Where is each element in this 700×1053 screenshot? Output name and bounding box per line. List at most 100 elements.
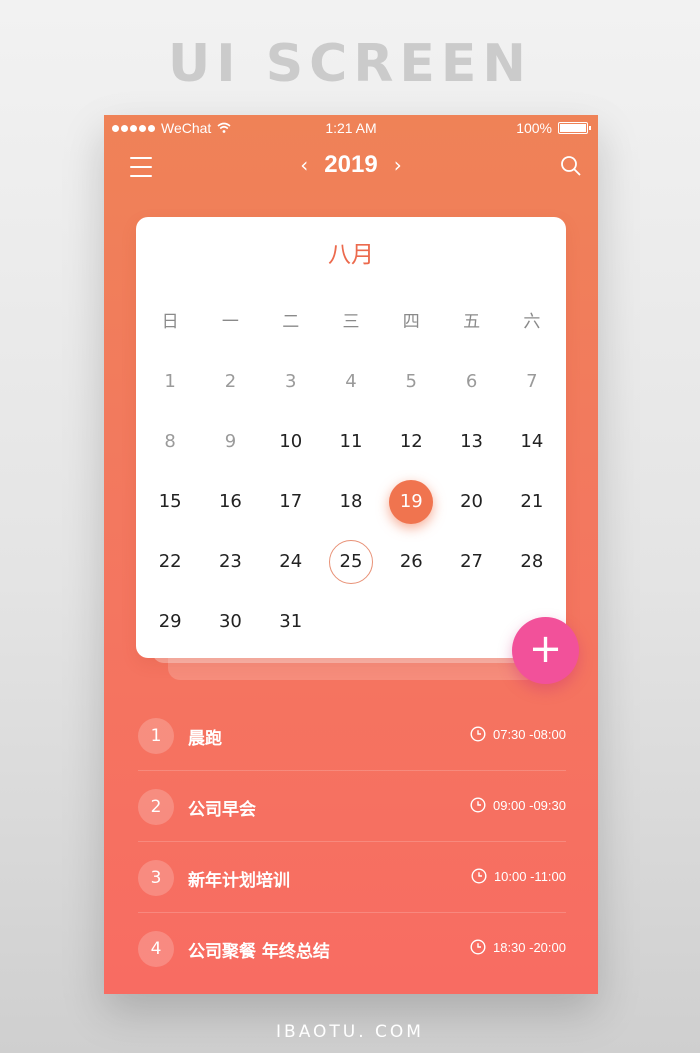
calendar-day-number: 12 (399, 431, 423, 452)
calendar-day[interactable]: 31 (261, 605, 321, 665)
weekday-header: 一 (221, 312, 239, 332)
schedule-item-time: 18:30 -20:00 (492, 939, 566, 955)
footer-brand: IBAOTU. COM (276, 1022, 424, 1042)
calendar-day-number: 10 (279, 431, 303, 452)
calendar-day-number: 28 (520, 551, 544, 572)
calendar-day-number: 17 (279, 491, 303, 512)
calendar-day-number: 21 (520, 491, 544, 512)
calendar-day[interactable]: 20 (441, 485, 501, 545)
calendar-day-marked[interactable]: 25 (321, 540, 381, 605)
schedule-item-number: 3 (138, 860, 174, 896)
calendar-day-number: 4 (345, 371, 357, 392)
schedule-item-title: 公司早会 (188, 800, 256, 820)
schedule-item[interactable]: 1 晨跑 07:30 -08:00 (138, 700, 566, 771)
schedule-item-time-wrap: 18:30 -20:00 (470, 939, 566, 955)
calendar-day[interactable]: 23 (200, 545, 260, 605)
calendar-day-number: 20 (460, 491, 484, 512)
schedule-item[interactable]: 4 公司聚餐 年终总结 18:30 -20:00 (138, 913, 566, 984)
calendar-day-number: 6 (465, 371, 478, 392)
calendar-day-number: 15 (158, 491, 182, 512)
calendar-day[interactable]: 12 (381, 425, 441, 485)
calendar-day[interactable]: 21 (502, 485, 562, 545)
calendar-day[interactable]: 27 (441, 545, 501, 605)
schedule-item-title: 公司聚餐 年终总结 (188, 942, 330, 962)
weekday-header: 三 (342, 312, 360, 332)
weekday-header: 五 (463, 312, 481, 332)
calendar-day[interactable]: 13 (441, 425, 501, 485)
calendar-day[interactable]: 3 (261, 365, 321, 425)
weekday-header: 二 (282, 312, 300, 332)
calendar-day-number: 24 (279, 551, 303, 572)
calendar-day[interactable]: 29 (140, 605, 200, 665)
calendar-card: 八月 日一二三四五六 1 2 3 4 5 6 7 8 9 10 11 12 13 14 15 16 17 18 19 2… (136, 217, 566, 658)
schedule-item-number: 2 (138, 789, 174, 825)
calendar-day-number: 31 (279, 611, 303, 632)
calendar-day[interactable]: 30 (200, 605, 260, 665)
calendar-day[interactable]: 5 (381, 365, 441, 425)
calendar-day-number: 23 (218, 551, 242, 572)
calendar-day[interactable]: 10 (261, 425, 321, 485)
calendar-day[interactable]: 28 (502, 545, 562, 605)
month-title: 八月 (328, 242, 374, 268)
calendar-day[interactable]: 9 (200, 425, 260, 485)
calendar-day-number: 13 (460, 431, 484, 452)
calendar-day[interactable]: 7 (502, 365, 562, 425)
calendar-grid: 日一二三四五六 1 2 3 4 5 6 7 8 9 10 11 12 13 14 15 16 17 18 19 20 21… (140, 307, 562, 665)
calendar-day[interactable]: 17 (261, 485, 321, 545)
schedule-item-time-wrap: 10:00 -11:00 (471, 868, 566, 884)
calendar-day-selected[interactable]: 19 (381, 480, 441, 545)
calendar-day[interactable]: 11 (321, 425, 381, 485)
schedule-list: 1 晨跑 07:30 -08:00 2 公司早会 09:00 -09:30 3 新年计划培训 1… (138, 700, 566, 984)
schedule-item[interactable]: 2 公司早会 09:00 -09:30 (138, 771, 566, 842)
calendar-day-number: 8 (164, 431, 176, 452)
schedule-item-time: 07:30 -08:00 (492, 726, 566, 742)
showcase-title: UI SCREEN (168, 34, 532, 94)
weekday-header: 日 (161, 312, 179, 332)
calendar-day[interactable]: 15 (140, 485, 200, 545)
top-nav: ‹ 2019 › (104, 151, 598, 187)
clock-icon (470, 797, 486, 813)
year-label: 2019 (324, 151, 378, 178)
calendar-day[interactable]: 24 (261, 545, 321, 605)
schedule-item-time: 09:00 -09:30 (492, 797, 566, 813)
schedule-item-time: 10:00 -11:00 (493, 868, 566, 884)
calendar-day-number: 26 (399, 551, 423, 572)
calendar-day-number: 27 (460, 551, 484, 572)
calendar-day-number: 18 (339, 491, 363, 512)
schedule-item-title: 晨跑 (188, 729, 222, 749)
calendar-day-number: 7 (526, 371, 538, 392)
prev-year-chevron-icon[interactable]: ‹ (300, 155, 308, 175)
calendar-day-number: 22 (158, 551, 182, 572)
calendar-day-number: 14 (520, 431, 544, 452)
schedule-item-time-wrap: 07:30 -08:00 (470, 726, 566, 742)
calendar-day-number: 9 (224, 431, 237, 452)
calendar-day-number: 29 (158, 611, 182, 632)
calendar-day[interactable]: 6 (441, 365, 501, 425)
calendar-day-number: 1 (164, 371, 176, 392)
calendar-day[interactable]: 8 (140, 425, 200, 485)
calendar-day[interactable]: 26 (381, 545, 441, 605)
calendar-day-number: 16 (218, 491, 242, 512)
calendar-day[interactable]: 18 (321, 485, 381, 545)
calendar-day[interactable]: 1 (140, 365, 200, 425)
calendar-day[interactable]: 14 (502, 425, 562, 485)
clock-icon (470, 726, 486, 742)
calendar-day-number: 25 (328, 540, 373, 584)
phone-screen: WeChat 1:21 AM 100% ‹ 2019 › 八月 日一二三四五六1… (104, 115, 598, 994)
schedule-item-number: 4 (138, 931, 174, 967)
schedule-item[interactable]: 3 新年计划培训 10:00 -11:00 (138, 842, 566, 913)
search-icon[interactable] (560, 155, 582, 177)
calendar-day[interactable]: 16 (200, 485, 260, 545)
add-event-button[interactable]: + (512, 617, 579, 684)
status-bar: WeChat 1:21 AM 100% (104, 115, 598, 141)
schedule-item-number: 1 (138, 718, 174, 754)
calendar-day[interactable]: 4 (321, 365, 381, 425)
next-year-chevron-icon[interactable]: › (394, 155, 402, 175)
calendar-day[interactable]: 2 (200, 365, 260, 425)
calendar-day-number: 3 (284, 371, 297, 392)
calendar-day-number: 2 (224, 371, 237, 392)
clock-icon (470, 939, 486, 955)
calendar-day[interactable]: 22 (140, 545, 200, 605)
weekday-header: 四 (402, 312, 420, 332)
status-right: 100% (516, 120, 591, 136)
